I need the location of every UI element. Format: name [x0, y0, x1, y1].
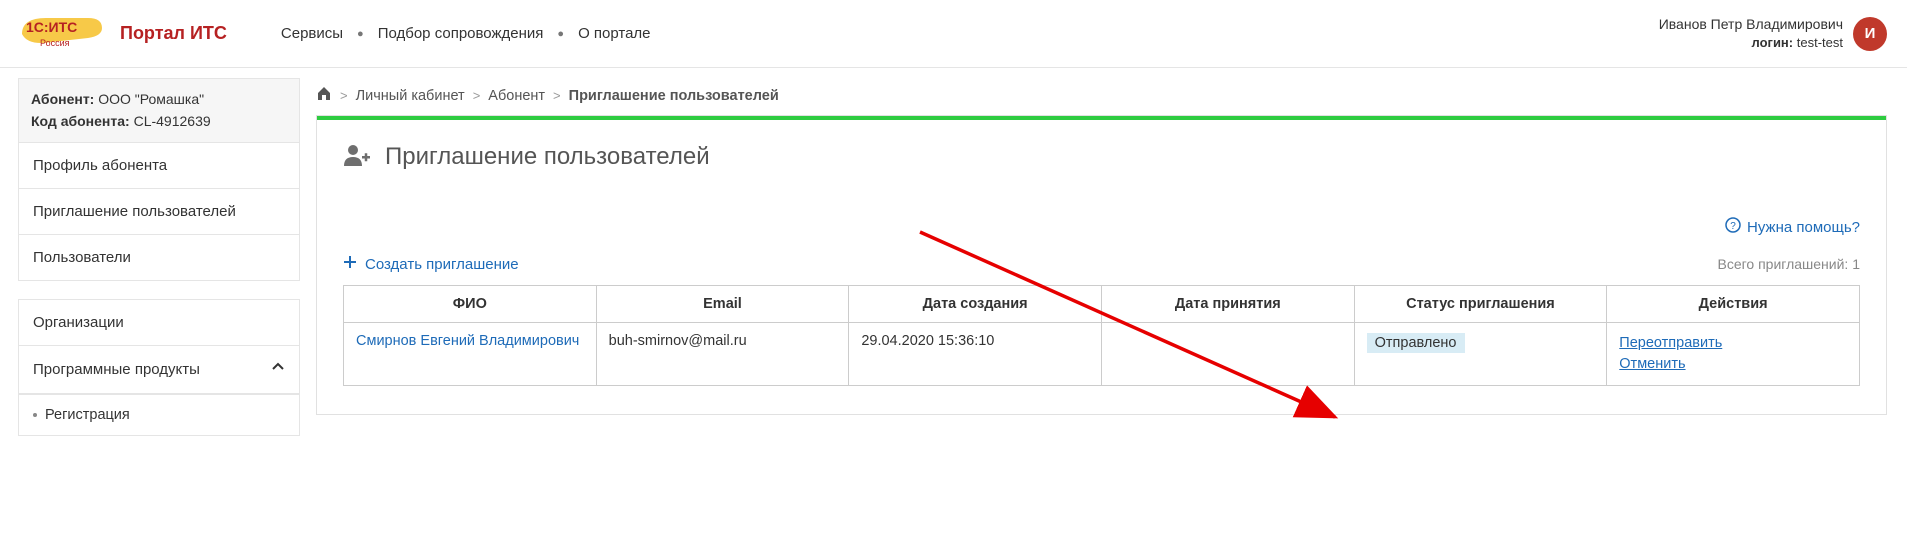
page-title: Приглашение пользователей [385, 143, 710, 171]
table-header-email: Email [596, 286, 849, 323]
sidebar-item-organizations[interactable]: Организации [19, 300, 299, 346]
abonent-name: ООО "Ромашка" [98, 91, 204, 107]
action-resend-link[interactable]: Переотправить [1619, 333, 1847, 354]
top-menu: Сервисы ● Подбор сопровождения ● О порта… [267, 25, 665, 42]
table-header-created: Дата создания [849, 286, 1102, 323]
main: > Личный кабинет > Абонент > Приглашение… [300, 78, 1907, 415]
top-menu-item-services[interactable]: Сервисы [267, 25, 357, 42]
sidebar-item-label: Организации [33, 314, 124, 331]
row-fio-link[interactable]: Смирнов Евгений Владимирович [356, 333, 579, 349]
sidebar-item-invitations[interactable]: Приглашение пользователей [19, 189, 299, 235]
user-block[interactable]: Иванов Петр Владимирович логин: test-tes… [1659, 15, 1887, 51]
svg-text:Россия: Россия [40, 38, 70, 48]
action-cancel-link[interactable]: Отменить [1619, 354, 1847, 375]
logo-icon: 1С:ИТС Россия [18, 12, 110, 56]
invitations-table: ФИО Email Дата создания Дата принятия Ст… [343, 285, 1860, 386]
breadcrumb-separator: > [340, 88, 348, 103]
sidebar: Абонент: ООО "Ромашка" Код абонента: CL-… [0, 78, 300, 436]
top-menu-item-about[interactable]: О портале [564, 25, 664, 42]
abonent-code-value: CL-4912639 [134, 113, 211, 129]
total-invitations: Всего приглашений: 1 [1717, 256, 1860, 272]
sidebar-secondary-box: Организации Программные продукты Регистр… [18, 299, 300, 436]
table-header-fio: ФИО [344, 286, 597, 323]
menu-separator: ● [357, 28, 364, 40]
sidebar-abonent-box: Абонент: ООО "Ромашка" Код абонента: CL-… [18, 78, 300, 281]
breadcrumb-separator: > [473, 88, 481, 103]
header: 1С:ИТС Россия Портал ИТС Сервисы ● Подбо… [0, 0, 1907, 68]
logo-title: Портал ИТС [120, 23, 227, 44]
menu-separator: ● [557, 28, 564, 40]
chevron-up-icon [271, 360, 285, 379]
toolbar-row: Создать приглашение Всего приглашений: 1 [343, 255, 1860, 273]
svg-text:1С:ИТС: 1С:ИТС [26, 19, 77, 35]
user-text: Иванов Петр Владимирович логин: test-tes… [1659, 15, 1843, 51]
create-invitation-button[interactable]: Создать приглашение [343, 255, 519, 273]
breadcrumb: > Личный кабинет > Абонент > Приглашение… [316, 78, 1887, 115]
sidebar-subitem-registration[interactable]: Регистрация [19, 394, 299, 435]
table-row: Смирнов Евгений Владимирович buh-smirnov… [344, 323, 1860, 386]
user-add-icon [343, 142, 371, 171]
table-header-status: Статус приглашения [1354, 286, 1607, 323]
logo-block[interactable]: 1С:ИТС Россия Портал ИТС [18, 12, 227, 56]
home-icon[interactable] [316, 86, 332, 105]
avatar[interactable]: И [1853, 17, 1887, 51]
sidebar-item-label: Программные продукты [33, 361, 200, 378]
sidebar-abonent-header: Абонент: ООО "Ромашка" Код абонента: CL-… [19, 79, 299, 143]
user-login-line: логин: test-test [1659, 34, 1843, 52]
layout: Абонент: ООО "Ромашка" Код абонента: CL-… [0, 68, 1907, 436]
table-header-actions: Действия [1607, 286, 1860, 323]
main-panel: Приглашение пользователей ? Нужна помощь… [316, 115, 1887, 415]
top-menu-item-support[interactable]: Подбор сопровождения [364, 25, 558, 42]
table-header-row: ФИО Email Дата создания Дата принятия Ст… [344, 286, 1860, 323]
help-link-label: Нужна помощь? [1747, 219, 1860, 236]
sidebar-item-profile[interactable]: Профиль абонента [19, 143, 299, 189]
user-full-name: Иванов Петр Владимирович [1659, 15, 1843, 34]
create-invitation-label: Создать приглашение [365, 256, 519, 273]
sidebar-item-products[interactable]: Программные продукты [19, 346, 299, 394]
breadcrumb-item-cabinet[interactable]: Личный кабинет [356, 88, 465, 104]
svg-text:?: ? [1730, 221, 1736, 232]
help-link[interactable]: ? Нужна помощь? [1725, 217, 1860, 237]
sidebar-item-users[interactable]: Пользователи [19, 235, 299, 280]
abonent-code-label: Код абонента: [31, 113, 130, 129]
breadcrumb-item-abonent[interactable]: Абонент [488, 88, 545, 104]
row-email: buh-smirnov@mail.ru [596, 323, 849, 386]
help-icon: ? [1725, 217, 1741, 237]
status-badge: Отправлено [1367, 333, 1465, 353]
table-header-accepted: Дата принятия [1101, 286, 1354, 323]
abonent-label: Абонент: [31, 91, 94, 107]
total-value: 1 [1852, 256, 1860, 272]
user-login-value: test-test [1797, 35, 1843, 50]
help-row: ? Нужна помощь? [343, 217, 1860, 237]
page-title-row: Приглашение пользователей [343, 142, 1860, 171]
row-accepted [1101, 323, 1354, 386]
row-created: 29.04.2020 15:36:10 [849, 323, 1102, 386]
breadcrumb-current: Приглашение пользователей [569, 88, 779, 104]
panel-inner: Приглашение пользователей ? Нужна помощь… [317, 120, 1886, 414]
user-login-label: логин: [1752, 35, 1794, 50]
plus-icon [343, 255, 357, 273]
breadcrumb-separator: > [553, 88, 561, 103]
total-label: Всего приглашений: [1717, 256, 1848, 272]
